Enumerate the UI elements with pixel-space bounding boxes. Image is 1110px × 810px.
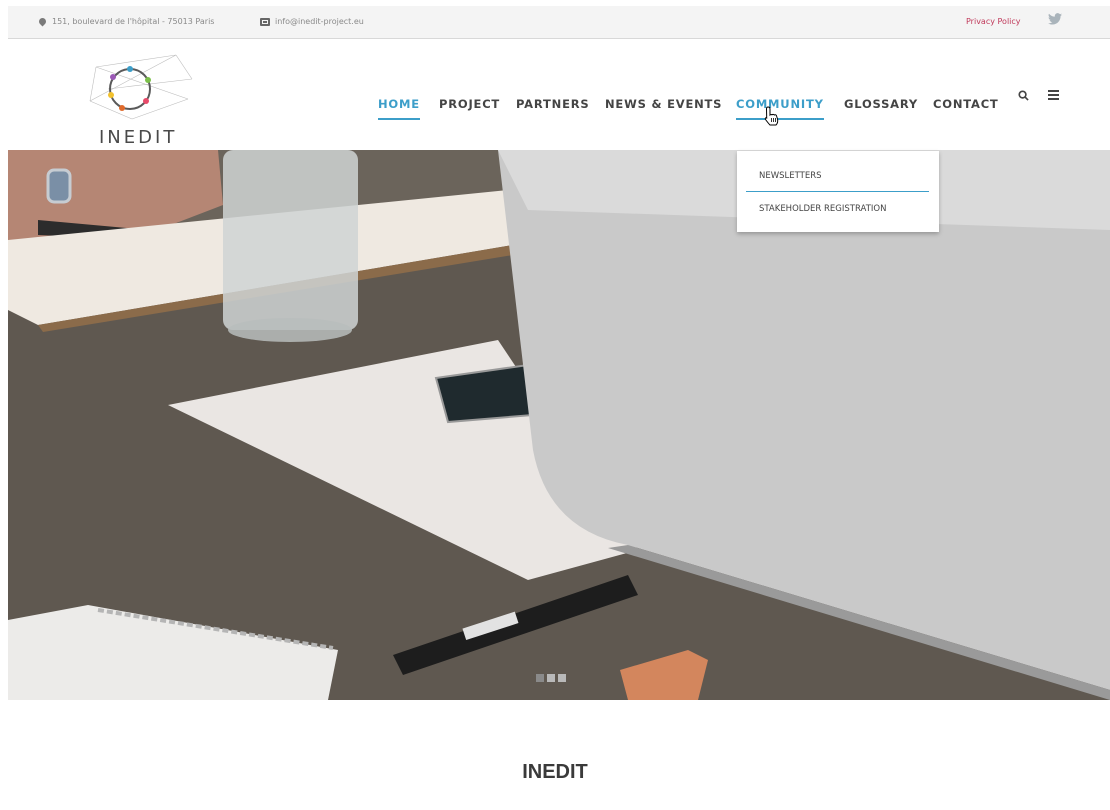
site-logo[interactable]: INEDIT bbox=[88, 49, 198, 149]
address-text: 151, boulevard de l'hôpital - 75013 Pari… bbox=[52, 17, 215, 26]
dropdown-item-stakeholder-registration[interactable]: STAKEHOLDER REGISTRATION bbox=[759, 204, 886, 214]
email-link[interactable]: info@inedit-project.eu bbox=[260, 17, 364, 26]
slider-dot-2[interactable] bbox=[547, 674, 555, 682]
nav-item-project[interactable]: PROJECT bbox=[439, 97, 500, 111]
nav-label-news-events: NEWS & EVENTS bbox=[605, 97, 723, 111]
site-header: INEDIT HOME PROJECT PARTNERS NEWS & EVEN… bbox=[8, 39, 1110, 150]
slider-dots bbox=[536, 674, 566, 682]
address: 151, boulevard de l'hôpital - 75013 Pari… bbox=[37, 16, 215, 27]
dropdown-active-line bbox=[746, 191, 929, 192]
top-bar: 151, boulevard de l'hôpital - 75013 Pari… bbox=[8, 6, 1110, 39]
nav-label-home: HOME bbox=[378, 97, 420, 111]
nav-item-contact[interactable]: CONTACT bbox=[933, 97, 999, 111]
privacy-policy-link[interactable]: Privacy Policy bbox=[966, 17, 1021, 26]
nav-item-news-events[interactable]: NEWS & EVENTS bbox=[605, 97, 722, 111]
section-title: INEDIT bbox=[522, 761, 588, 783]
nav-item-glossary[interactable]: GLOSSARY bbox=[844, 97, 918, 111]
nav-active-underline bbox=[378, 118, 420, 120]
slider-dot-1[interactable] bbox=[536, 674, 544, 682]
community-dropdown: NEWSLETTERS STAKEHOLDER REGISTRATION bbox=[737, 151, 939, 232]
search-icon[interactable] bbox=[1018, 88, 1029, 106]
menu-icon[interactable] bbox=[1048, 90, 1059, 102]
mail-icon bbox=[260, 17, 270, 26]
hero-image bbox=[8, 150, 1110, 700]
slider-dot-3[interactable] bbox=[558, 674, 566, 682]
pointer-cursor-icon bbox=[762, 106, 782, 128]
nav-label-glossary: GLOSSARY bbox=[844, 97, 919, 111]
logo-graphic bbox=[89, 54, 193, 120]
email-text[interactable]: info@inedit-project.eu bbox=[275, 17, 364, 26]
nav-label-project: PROJECT bbox=[439, 97, 501, 111]
twitter-icon[interactable] bbox=[1048, 13, 1062, 29]
map-pin-icon bbox=[37, 16, 48, 27]
nav-label-partners: PARTNERS bbox=[516, 97, 590, 111]
logo-text: INEDIT bbox=[99, 127, 178, 148]
nav-label-contact: CONTACT bbox=[933, 97, 999, 111]
hero-slider bbox=[8, 150, 1110, 700]
nav-item-partners[interactable]: PARTNERS bbox=[516, 97, 589, 111]
nav-item-home[interactable]: HOME bbox=[378, 97, 420, 120]
dropdown-item-newsletters[interactable]: NEWSLETTERS bbox=[759, 171, 822, 181]
